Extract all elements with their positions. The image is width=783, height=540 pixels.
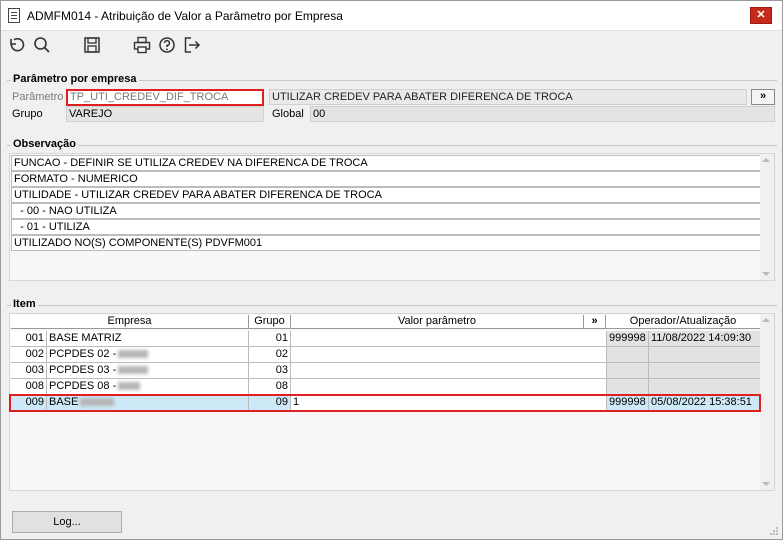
observacao-scrollbar[interactable] <box>760 154 774 280</box>
row-code: 003 <box>11 363 47 379</box>
parametro-legend: Parâmetro por empresa <box>11 73 139 85</box>
row-valor[interactable] <box>291 331 607 347</box>
main-window: ADMFM014 - Atribuição de Valor a Parâmet… <box>0 0 783 540</box>
global-field: 00 <box>310 106 775 122</box>
observacao-list[interactable]: FUNCAO - DEFINIR SE UTILIZA CREDEV NA DI… <box>9 153 775 281</box>
observacao-line: - 01 - UTILIZA <box>11 219 761 235</box>
row-code: 001 <box>11 331 47 347</box>
parametro-input[interactable]: TP_UTI_CREDEV_DIF_TROCA <box>66 89 264 106</box>
undo-icon[interactable] <box>7 35 27 55</box>
expand-parametro-button[interactable]: » <box>751 89 775 105</box>
row-code: 002 <box>11 347 47 363</box>
column-header-valor[interactable]: Valor parâmetro <box>291 315 584 329</box>
scroll-down-icon[interactable] <box>762 482 770 486</box>
column-header-empresa[interactable]: Empresa <box>11 315 249 329</box>
row-empresa-cell: PCPDES 03 - <box>47 363 249 379</box>
row-data <box>649 379 761 395</box>
redacted-text <box>118 350 149 359</box>
row-empresa: BASE MATRIZ <box>47 331 249 347</box>
row-valor[interactable] <box>291 363 607 379</box>
row-data: 05/08/2022 15:38:51 <box>649 395 761 411</box>
row-valor-input[interactable]: 1 <box>291 395 607 411</box>
table-row[interactable]: 002 PCPDES 02 - 02 <box>11 347 761 363</box>
table-row[interactable]: 001 BASE MATRIZ 01 999998 11/08/2022 14:… <box>11 331 761 347</box>
row-operador <box>607 363 649 379</box>
redacted-text <box>118 366 149 375</box>
row-operador: 999998 <box>607 331 649 347</box>
row-grupo: 03 <box>249 363 291 379</box>
observacao-line: UTILIDADE - UTILIZAR CREDEV PARA ABATER … <box>11 187 761 203</box>
table-row[interactable]: 003 PCPDES 03 - 03 <box>11 363 761 379</box>
row-grupo: 02 <box>249 347 291 363</box>
observacao-line: - 00 - NAO UTILIZA <box>11 203 761 219</box>
resize-grip-icon[interactable] <box>769 526 779 536</box>
row-grupo: 09 <box>249 395 291 411</box>
row-grupo: 08 <box>249 379 291 395</box>
window-title: ADMFM014 - Atribuição de Valor a Parâmet… <box>27 9 343 23</box>
help-icon[interactable] <box>157 35 177 55</box>
global-label: Global <box>272 108 304 120</box>
row-grupo: 01 <box>249 331 291 347</box>
print-icon[interactable] <box>132 35 152 55</box>
item-legend: Item <box>11 298 38 310</box>
row-empresa: PCPDES 03 - <box>49 364 117 376</box>
parametro-label: Parâmetro <box>12 91 64 103</box>
column-header-expand[interactable]: » <box>584 315 606 329</box>
item-grid[interactable]: Empresa Grupo Valor parâmetro » Operador… <box>9 313 775 491</box>
row-empresa-cell: BASE <box>47 395 249 411</box>
row-empresa-cell: PCPDES 02 - <box>47 347 249 363</box>
item-scrollbar[interactable] <box>760 314 774 490</box>
row-code: 008 <box>11 379 47 395</box>
grupo-label: Grupo <box>12 108 43 120</box>
row-empresa: PCPDES 02 - <box>49 348 117 360</box>
toolbar <box>1 31 782 59</box>
save-icon[interactable] <box>82 35 102 55</box>
scroll-up-icon[interactable] <box>762 318 770 322</box>
column-header-grupo[interactable]: Grupo <box>249 315 291 329</box>
scroll-down-icon[interactable] <box>762 272 770 276</box>
row-valor[interactable] <box>291 347 607 363</box>
document-icon <box>8 8 20 23</box>
table-row-selected[interactable]: 009 BASE 09 1 999998 05/08/2022 15:38:51 <box>11 395 761 411</box>
row-operador <box>607 347 649 363</box>
title-bar: ADMFM014 - Atribuição de Valor a Parâmet… <box>1 1 782 31</box>
row-code: 009 <box>11 395 47 411</box>
row-valor[interactable] <box>291 379 607 395</box>
row-data <box>649 347 761 363</box>
parametro-description: UTILIZAR CREDEV PARA ABATER DIFERENCA DE… <box>269 89 747 105</box>
grupo-field: VAREJO <box>66 106 264 122</box>
log-button[interactable]: Log... <box>12 511 122 533</box>
observacao-line: FORMATO - NUMERICO <box>11 171 761 187</box>
column-header-operador[interactable]: Operador/Atualização <box>606 315 761 329</box>
row-operador: 999998 <box>607 395 649 411</box>
observacao-line: UTILIZADO NO(S) COMPONENTE(S) PDVFM001 <box>11 235 761 251</box>
row-data <box>649 363 761 379</box>
row-empresa-cell: PCPDES 08 - <box>47 379 249 395</box>
redacted-text <box>80 398 115 407</box>
row-operador <box>607 379 649 395</box>
table-row[interactable]: 008 PCPDES 08 - 08 <box>11 379 761 395</box>
search-icon[interactable] <box>32 35 52 55</box>
scroll-up-icon[interactable] <box>762 158 770 162</box>
redacted-text <box>118 382 141 391</box>
observacao-legend: Observação <box>11 138 78 150</box>
row-data: 11/08/2022 14:09:30 <box>649 331 761 347</box>
observacao-line: FUNCAO - DEFINIR SE UTILIZA CREDEV NA DI… <box>11 155 761 171</box>
row-empresa: PCPDES 08 - <box>49 380 117 392</box>
row-empresa: BASE <box>49 396 79 408</box>
exit-icon[interactable] <box>182 35 202 55</box>
close-button[interactable]: ✕ <box>750 7 772 24</box>
